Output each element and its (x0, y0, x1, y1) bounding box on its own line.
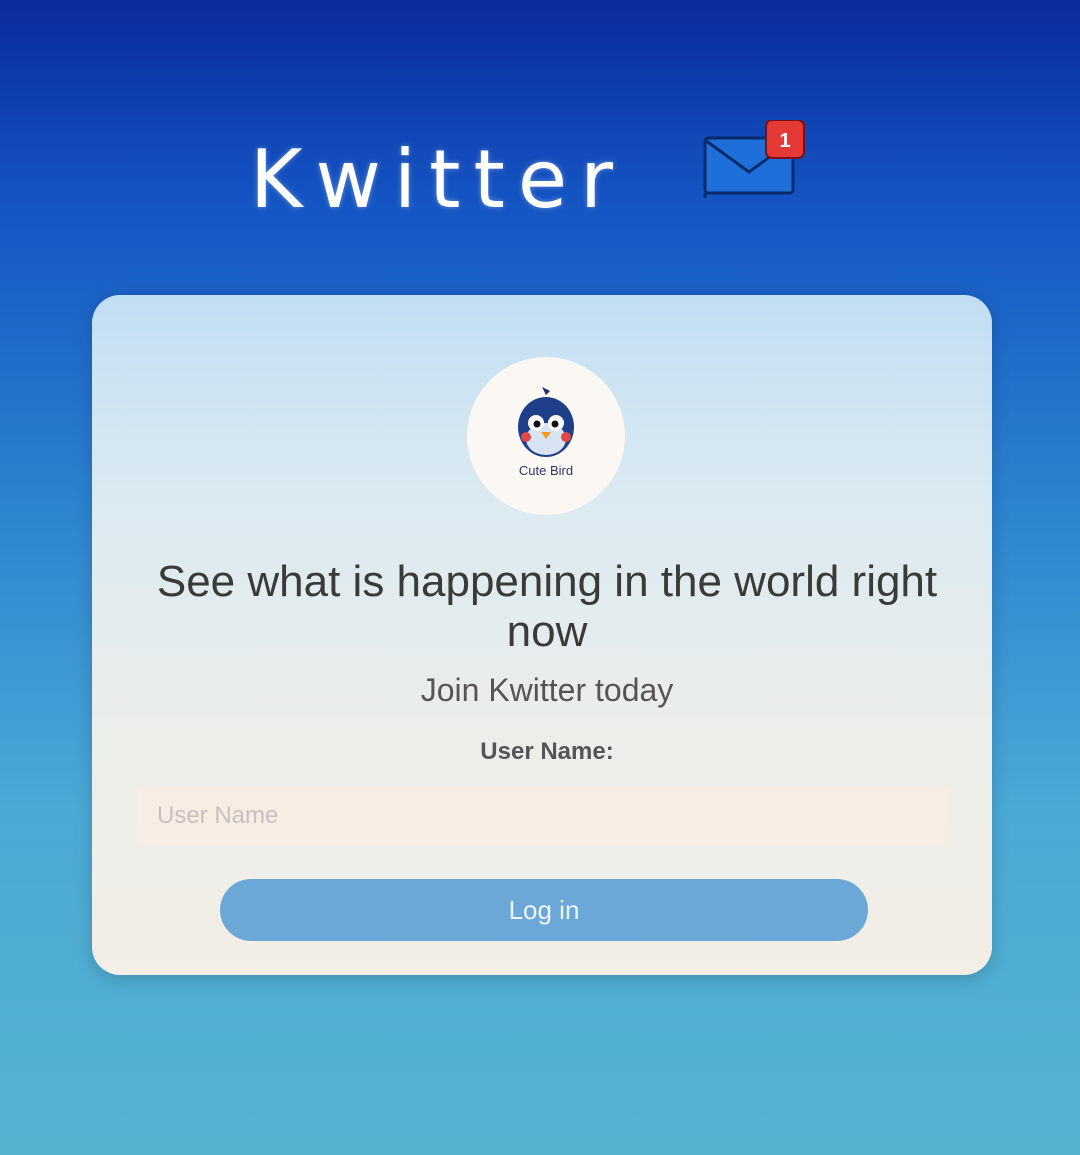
username-input[interactable] (137, 787, 947, 845)
subheadline: Join Kwitter today (420, 672, 674, 708)
notification-count: 1 (779, 130, 790, 152)
app-title: Kwitter (250, 133, 626, 226)
bird-icon (518, 387, 574, 457)
login-card: Cute Bird See what is happening in the w… (92, 295, 992, 975)
headline: See what is happening in the world right… (156, 557, 938, 656)
username-label: User Name: (480, 738, 614, 765)
logo-caption: Cute Bird (518, 463, 574, 478)
login-button[interactable]: Log in (220, 879, 868, 941)
app-header: Kwitter 1 (0, 119, 1080, 230)
logo: Cute Bird (467, 357, 625, 515)
mail-notification-icon[interactable]: 1 (700, 119, 810, 210)
notification-badge: 1 (765, 119, 805, 159)
